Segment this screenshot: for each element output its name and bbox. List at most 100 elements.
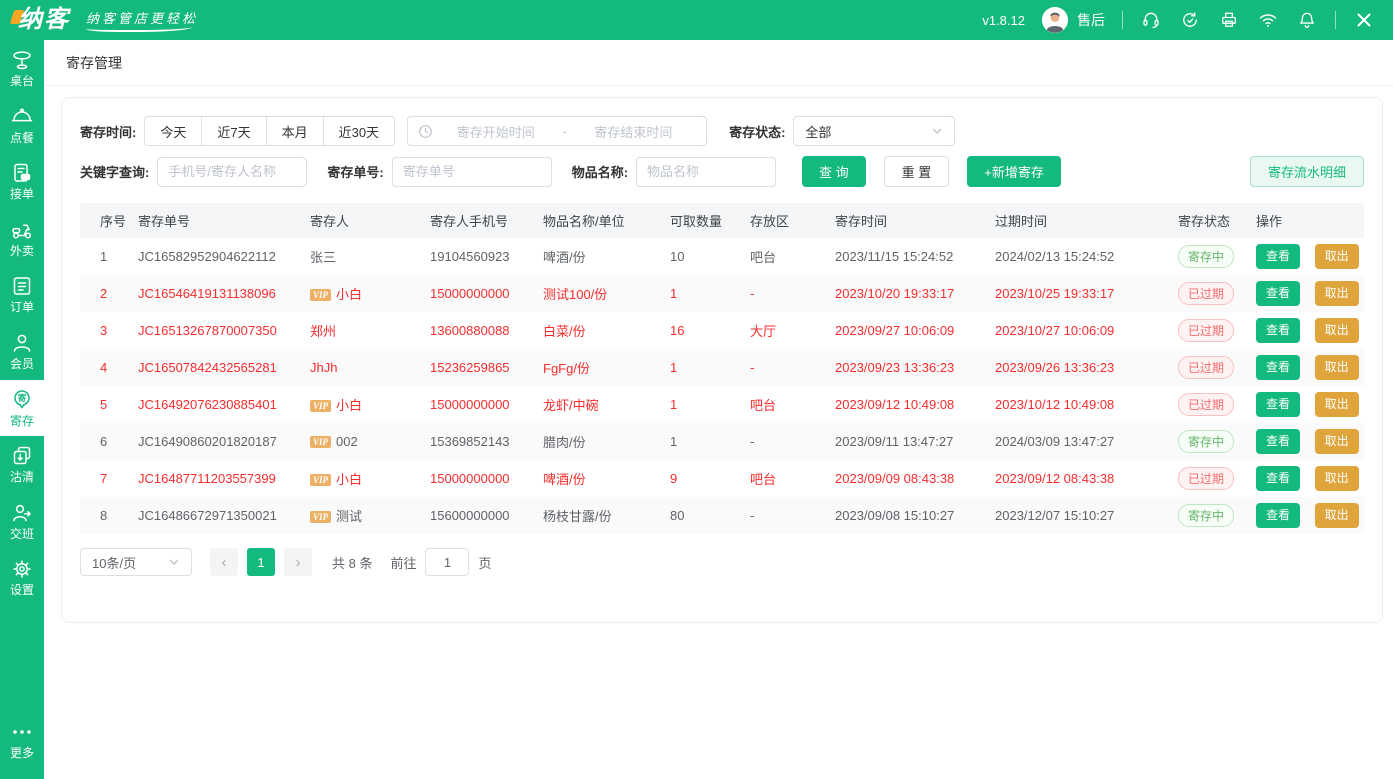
- vip-badge: VIP: [310, 289, 331, 301]
- sidebar-item-more[interactable]: 更多: [0, 712, 44, 769]
- topbar-divider: [1335, 11, 1336, 29]
- cell-item: 啤酒/份: [535, 238, 662, 275]
- avatar[interactable]: [1042, 7, 1068, 33]
- cloud-sync-icon[interactable]: [1179, 9, 1201, 31]
- sidebar-item-settings[interactable]: 设置: [0, 549, 44, 606]
- cell-depositor: VIP测试: [302, 497, 422, 534]
- takeout-button[interactable]: 取出: [1315, 392, 1359, 417]
- cell-seq: 5: [80, 386, 130, 423]
- cell-area: 吧台: [742, 460, 827, 497]
- column-header: 寄存时间: [827, 203, 987, 238]
- cell-status: 已过期: [1170, 312, 1248, 349]
- svg-text:寄: 寄: [18, 393, 27, 403]
- cell-seq: 6: [80, 423, 130, 460]
- shift-icon: [10, 501, 34, 525]
- cell-phone: 15000000000: [422, 386, 535, 423]
- table-row: 5 JC16492076230885401 VIP小白 15000000000 …: [80, 386, 1364, 423]
- cell-qty: 16: [662, 312, 742, 349]
- cell-deposit-time: 2023/09/27 10:06:09: [827, 312, 987, 349]
- prev-page-button[interactable]: ‹: [210, 548, 238, 576]
- cell-status: 寄存中: [1170, 497, 1248, 534]
- cell-seq: 8: [80, 497, 130, 534]
- takeout-button[interactable]: 取出: [1315, 244, 1359, 269]
- view-button[interactable]: 查看: [1256, 355, 1300, 380]
- status-select[interactable]: 全部: [793, 116, 955, 146]
- notification-bell-icon[interactable]: [1296, 9, 1318, 31]
- chevron-down-icon: [168, 556, 180, 568]
- cell-phone: 15236259865: [422, 349, 535, 386]
- cell-expire-time: 2023/10/12 10:49:08: [987, 386, 1170, 423]
- close-window-icon[interactable]: [1353, 9, 1375, 31]
- vip-badge: VIP: [310, 474, 331, 486]
- column-header: 存放区: [742, 203, 827, 238]
- add-deposit-button[interactable]: +新增寄存: [967, 156, 1061, 187]
- takeout-button[interactable]: 取出: [1315, 503, 1359, 528]
- table-icon: [10, 48, 34, 72]
- takeout-button[interactable]: 取出: [1315, 318, 1359, 343]
- reset-button[interactable]: 重 置: [884, 156, 950, 187]
- cell-order-no: JC16507842432565281: [130, 349, 302, 386]
- sidebar-item-sellout[interactable]: 沽清: [0, 436, 44, 493]
- cell-seq: 4: [80, 349, 130, 386]
- status-badge: 已过期: [1178, 393, 1234, 416]
- range-7days-button[interactable]: 近7天: [202, 117, 266, 145]
- column-header: 寄存人: [302, 203, 422, 238]
- range-month-button[interactable]: 本月: [267, 117, 324, 145]
- cell-order-no: JC16546419131138096: [130, 275, 302, 312]
- date-end-placeholder: 寄存结束时间: [571, 122, 696, 141]
- takeout-button[interactable]: 取出: [1315, 281, 1359, 306]
- cell-qty: 1: [662, 386, 742, 423]
- range-today-button[interactable]: 今天: [145, 117, 202, 145]
- keyword-input[interactable]: [157, 157, 307, 187]
- cell-deposit-time: 2023/09/11 13:47:27: [827, 423, 987, 460]
- printer-icon[interactable]: [1218, 9, 1240, 31]
- view-button[interactable]: 查看: [1256, 244, 1300, 269]
- table-row: 6 JC16490860201820187 VIP002 15369852143…: [80, 423, 1364, 460]
- takeout-button[interactable]: 取出: [1315, 355, 1359, 380]
- range-30days-button[interactable]: 近30天: [324, 117, 394, 145]
- view-button[interactable]: 查看: [1256, 318, 1300, 343]
- order-no-input[interactable]: [392, 157, 552, 187]
- cell-area: -: [742, 423, 827, 460]
- date-range-picker[interactable]: 寄存开始时间 - 寄存结束时间: [407, 116, 707, 146]
- cell-status: 寄存中: [1170, 423, 1248, 460]
- column-header: 物品名称/单位: [535, 203, 662, 238]
- version-label: v1.8.12: [982, 13, 1025, 28]
- sidebar-item-members[interactable]: 会员: [0, 323, 44, 380]
- takeout-button[interactable]: 取出: [1315, 466, 1359, 491]
- view-button[interactable]: 查看: [1256, 392, 1300, 417]
- search-button[interactable]: 查 询: [802, 156, 866, 187]
- date-separator: -: [558, 124, 570, 139]
- view-button[interactable]: 查看: [1256, 429, 1300, 454]
- item-name-label: 物品名称:: [572, 162, 628, 181]
- deposit-flow-detail-button[interactable]: 寄存流水明细: [1250, 156, 1364, 187]
- customer-service-icon[interactable]: [1140, 9, 1162, 31]
- user-name[interactable]: 售后: [1077, 10, 1105, 30]
- cell-status: 已过期: [1170, 275, 1248, 312]
- cell-order-no: JC16486672971350021: [130, 497, 302, 534]
- tagline-swoosh: [86, 27, 192, 32]
- item-name-input[interactable]: [636, 157, 776, 187]
- column-header: 操作: [1248, 203, 1364, 238]
- wifi-icon[interactable]: [1257, 9, 1279, 31]
- cell-deposit-time: 2023/09/08 15:10:27: [827, 497, 987, 534]
- sidebar-item-ordering[interactable]: 点餐: [0, 97, 44, 154]
- cell-deposit-time: 2023/10/20 19:33:17: [827, 275, 987, 312]
- topbar-divider: [1122, 11, 1123, 29]
- takeout-button[interactable]: 取出: [1315, 429, 1359, 454]
- sidebar-item-receive-orders[interactable]: 接单: [0, 153, 44, 210]
- cell-depositor: VIP小白: [302, 275, 422, 312]
- sidebar-item-tables[interactable]: 桌台: [0, 40, 44, 97]
- sidebar-item-takeout[interactable]: 外卖: [0, 210, 44, 267]
- goto-page-input[interactable]: [425, 548, 469, 576]
- next-page-button[interactable]: ›: [284, 548, 312, 576]
- sidebar-item-shift[interactable]: 交班: [0, 493, 44, 550]
- page-size-select[interactable]: 10条/页: [80, 548, 192, 576]
- view-button[interactable]: 查看: [1256, 503, 1300, 528]
- view-button[interactable]: 查看: [1256, 466, 1300, 491]
- view-button[interactable]: 查看: [1256, 281, 1300, 306]
- sidebar-item-deposit[interactable]: 寄 寄存: [0, 380, 44, 437]
- table-row: 8 JC16486672971350021 VIP测试 15600000000 …: [80, 497, 1364, 534]
- sidebar-item-orders[interactable]: 订单: [0, 266, 44, 323]
- page-number-1[interactable]: 1: [247, 548, 275, 576]
